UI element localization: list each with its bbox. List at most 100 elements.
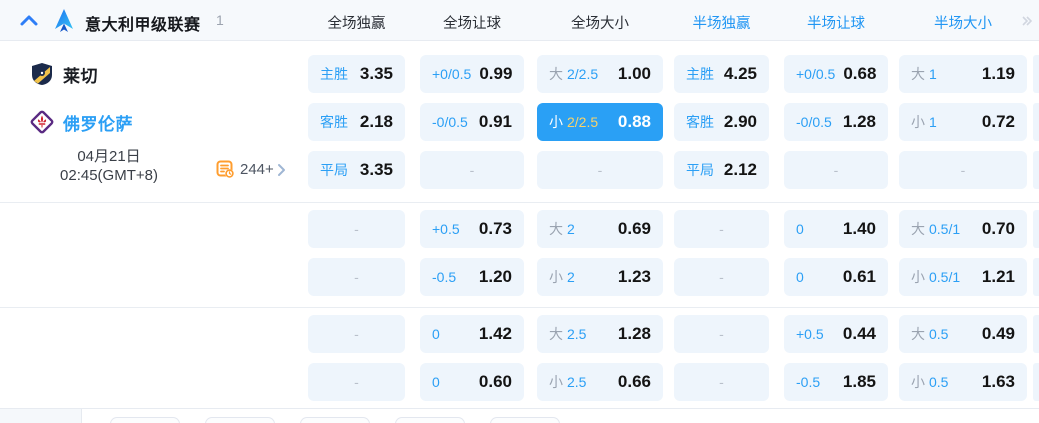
bottom-tab-pill[interactable] xyxy=(205,417,275,423)
odds-value: 1.23 xyxy=(617,267,651,286)
chevron-up-icon[interactable] xyxy=(18,10,40,32)
column-header[interactable]: 全场独赢 xyxy=(328,12,386,33)
odds-cell[interactable]: +0/0.5 0.68 xyxy=(784,55,888,93)
match-date: 04月21日 xyxy=(77,148,141,165)
odds-cell[interactable]: 小 2 1.23 xyxy=(537,258,663,296)
odds-label: +0.5 xyxy=(796,326,824,342)
odds-cell[interactable]: 小 0.5 1.63 xyxy=(899,363,1027,401)
odds-cell: - xyxy=(308,210,405,248)
odds-cell: - xyxy=(674,363,769,401)
odds-label: 大 2.5 xyxy=(549,326,587,342)
odds-label: 0 xyxy=(796,269,804,285)
more-markets-icon[interactable] xyxy=(1022,14,1032,28)
odds-value: 0.49 xyxy=(981,324,1015,343)
odds-label: 大 0.5 xyxy=(911,326,949,342)
odds-cell[interactable]: 小 0.5/1 1.21 xyxy=(899,258,1027,296)
odds-cell[interactable]: 小 2.5 0.66 xyxy=(537,363,663,401)
cutoff-odds-cell xyxy=(1033,151,1039,189)
odds-value: 0.72 xyxy=(981,112,1015,131)
odds-label: 主胜 xyxy=(320,66,348,82)
markets-count: 244+ xyxy=(240,161,274,178)
odds-cell[interactable]: 主胜 4.25 xyxy=(674,55,769,93)
odds-cell[interactable]: 主胜 3.35 xyxy=(308,55,405,93)
odds-value: 0.60 xyxy=(478,372,512,391)
odds-cell[interactable]: 大 2 0.69 xyxy=(537,210,663,248)
odds-cell[interactable]: +0/0.5 0.99 xyxy=(420,55,524,93)
section-divider xyxy=(0,307,1039,308)
odds-value: 0.68 xyxy=(843,64,877,83)
odds-cell[interactable]: 客胜 2.90 xyxy=(674,103,769,141)
odds-value: 1.42 xyxy=(478,324,512,343)
odds-cell[interactable]: 小 2/2.5 0.88 xyxy=(537,103,663,141)
odds-value: 1.28 xyxy=(842,112,876,131)
odds-label: 大 0.5/1 xyxy=(911,221,961,237)
odds-cell[interactable]: -0/0.5 1.28 xyxy=(784,103,888,141)
column-header[interactable]: 半场独赢 xyxy=(693,12,751,33)
column-header[interactable]: 全场让球 xyxy=(443,12,501,33)
odds-value: 4.25 xyxy=(723,64,757,83)
odds-cell[interactable]: -0/0.5 0.91 xyxy=(420,103,524,141)
odds-cell[interactable]: 大 0.5/1 0.70 xyxy=(899,210,1027,248)
bottom-tab-pill[interactable] xyxy=(110,417,180,423)
cutoff-odds-cell xyxy=(1033,103,1039,141)
odds-cell[interactable]: 0 0.60 xyxy=(420,363,524,401)
odds-cell[interactable]: -0.5 1.85 xyxy=(784,363,888,401)
odds-label: 小 0.5 xyxy=(911,374,949,390)
column-header[interactable]: 全场大小 xyxy=(571,12,629,33)
odds-cell[interactable]: 0 1.40 xyxy=(784,210,888,248)
bottom-tab-pill[interactable] xyxy=(490,417,560,423)
odds-cell[interactable]: +0.5 0.44 xyxy=(784,315,888,353)
away-team-row[interactable]: 佛罗伦萨 xyxy=(30,110,133,134)
odds-value: 1.40 xyxy=(842,219,876,238)
odds-label: 大1 xyxy=(911,66,937,82)
odds-cell[interactable]: 0 0.61 xyxy=(784,258,888,296)
chevron-right-icon xyxy=(277,163,285,176)
odds-cell[interactable]: 0 1.42 xyxy=(420,315,524,353)
odds-label: -0/0.5 xyxy=(796,114,832,130)
bottom-tab-pill[interactable] xyxy=(395,417,465,423)
odds-cell: - xyxy=(537,151,663,189)
footer-divider xyxy=(0,408,1039,409)
more-markets-link[interactable]: 244+ xyxy=(216,160,286,179)
odds-cell[interactable]: -0.5 1.20 xyxy=(420,258,524,296)
league-odds-panel: 意大利甲级联赛 1 全场独赢 全场让球 全场大小 半场独赢 半场让球 半场大小 莱切 佛罗… xyxy=(0,0,1039,423)
cutoff-odds-cell xyxy=(1033,210,1039,248)
odds-cell[interactable]: 大 2.5 1.28 xyxy=(537,315,663,353)
odds-cell[interactable]: 小 1 0.72 xyxy=(899,103,1027,141)
odds-value: 2.12 xyxy=(723,160,757,179)
odds-cell: - xyxy=(784,151,888,189)
odds-value: 1.63 xyxy=(981,372,1015,391)
odds-label: 小2 xyxy=(549,269,575,285)
odds-label: +0/0.5 xyxy=(796,66,836,82)
odds-cell[interactable]: +0.5 0.73 xyxy=(420,210,524,248)
odds-cell[interactable]: 平局 2.12 xyxy=(674,151,769,189)
bottom-tab-pill[interactable] xyxy=(300,417,370,423)
league-logo-icon xyxy=(55,9,73,32)
odds-label: 0 xyxy=(432,326,440,342)
odds-cell: - xyxy=(674,315,769,353)
section-divider xyxy=(0,202,1039,203)
odds-value: 0.66 xyxy=(617,372,651,391)
home-team-row[interactable]: 莱切 xyxy=(30,62,98,86)
odds-cell[interactable]: 平局 3.35 xyxy=(308,151,405,189)
odds-cell[interactable]: 大 0.5 0.49 xyxy=(899,315,1027,353)
odds-label: 平局 xyxy=(320,162,348,178)
odds-label: +0/0.5 xyxy=(432,66,472,82)
column-header[interactable]: 半场大小 xyxy=(934,12,992,33)
odds-value: 0.91 xyxy=(478,112,512,131)
odds-value: 0.69 xyxy=(617,219,651,238)
odds-label: 客胜 xyxy=(686,114,714,130)
league-match-count: 1 xyxy=(216,12,224,28)
odds-cell[interactable]: 大 2/2.5 1.00 xyxy=(537,55,663,93)
odds-label: 大2 xyxy=(549,221,575,237)
odds-value: 1.00 xyxy=(617,64,651,83)
odds-cell[interactable]: 客胜 2.18 xyxy=(308,103,405,141)
odds-cell: - xyxy=(308,315,405,353)
odds-cell[interactable]: 大 1 1.19 xyxy=(899,55,1027,93)
odds-label: -0.5 xyxy=(796,374,821,390)
cutoff-odds-cell xyxy=(1033,55,1039,93)
column-header[interactable]: 半场让球 xyxy=(807,12,865,33)
cutoff-odds-cell xyxy=(1033,315,1039,353)
odds-value: 0.99 xyxy=(479,64,513,83)
odds-value: 1.19 xyxy=(981,64,1015,83)
